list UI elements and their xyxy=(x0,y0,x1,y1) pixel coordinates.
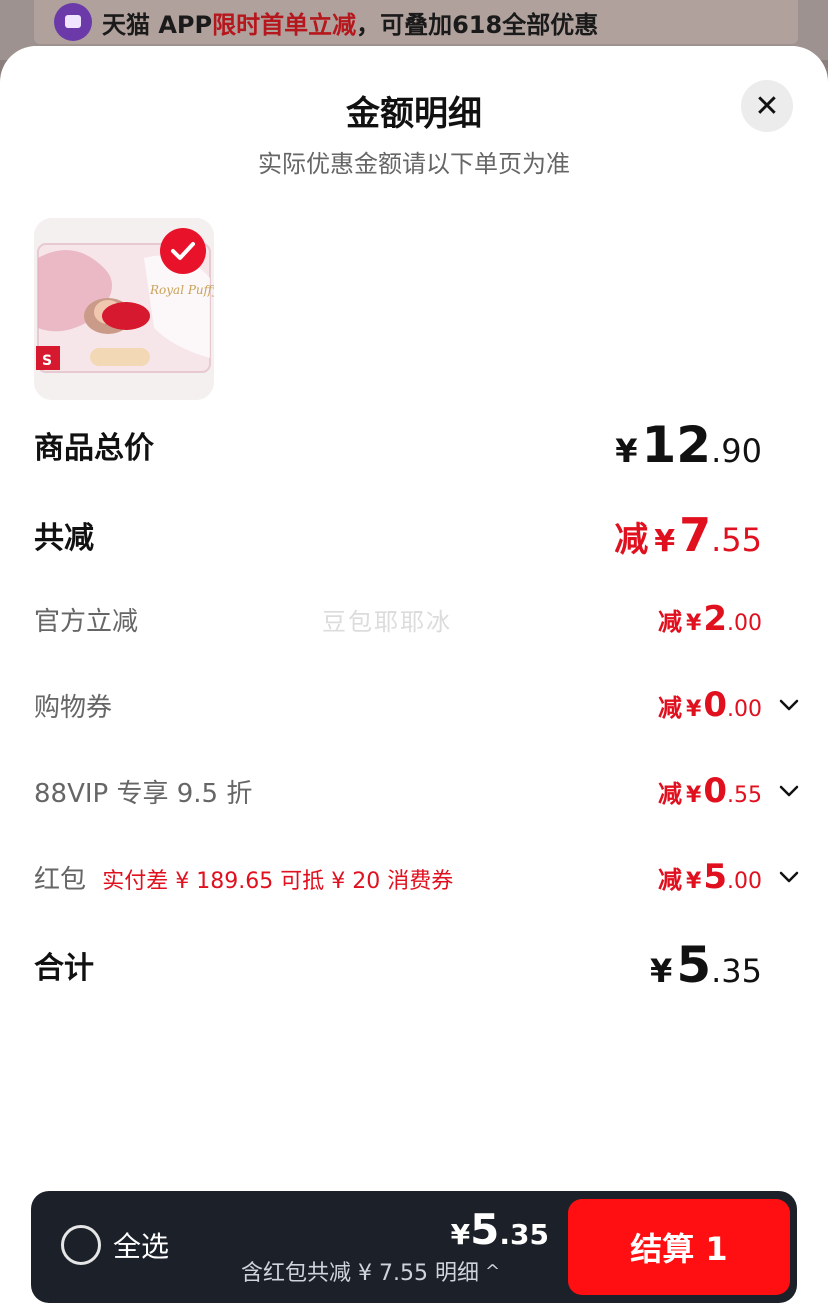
close-icon: ✕ xyxy=(754,88,780,124)
discount-total-label: 共减 xyxy=(34,521,94,556)
chevron-up-icon: ^ xyxy=(484,1260,501,1282)
select-all-label: 全选 xyxy=(113,1230,170,1263)
bar-total-price: ¥ 5 .35 xyxy=(450,1205,549,1254)
check-icon xyxy=(171,242,195,260)
row-88vip[interactable]: 88VIP 专享 9.5 折 减 ¥ 0 .55 xyxy=(34,766,762,816)
vip-discount-value: 减 ¥ 0 .55 xyxy=(658,771,762,811)
coupon-value: 减 ¥ 0 .00 xyxy=(658,685,762,725)
banner-highlight: 限时首单立减 xyxy=(212,10,357,39)
sum-value: ¥ 5 .35 xyxy=(650,936,762,994)
discount-detail-link[interactable]: 含红包共减 ¥ 7.55 明细 ^ xyxy=(241,1255,500,1287)
row-total-price: 商品总价 ¥ 12 .90 xyxy=(34,416,762,474)
total-price-value: ¥ 12 .90 xyxy=(615,416,762,474)
chevron-down-icon[interactable] xyxy=(778,866,800,888)
row-red-packet[interactable]: 红包 实付差 ¥ 189.65 可抵 ¥ 20 消费券 减 ¥ 5 .00 xyxy=(34,852,762,902)
coupon-label: 购物券 xyxy=(34,692,113,723)
watermark-text: 豆包耶耶冰 xyxy=(322,608,452,636)
total-price-label: 商品总价 xyxy=(34,431,154,466)
chevron-down-icon[interactable] xyxy=(778,780,800,802)
official-discount-label: 官方立减 xyxy=(34,606,139,637)
tmall-cat-icon xyxy=(54,3,92,41)
promo-banner-inner[interactable]: 天猫 APP 限时首单立减 ，可叠加618全部优惠 xyxy=(34,0,798,44)
checkout-bar: 全选 ¥ 5 .35 含红包共减 ¥ 7.55 明细 ^ 结算 1 xyxy=(31,1191,797,1303)
amount-detail-sheet: 金额明细 实际优惠金额请以下单页为准 ✕ S Royal Puffy 商品总价 … xyxy=(0,46,828,1303)
chevron-down-icon[interactable] xyxy=(778,694,800,716)
size-label: S xyxy=(42,353,52,369)
close-button[interactable]: ✕ xyxy=(741,80,793,132)
svg-text:Royal Puffy: Royal Puffy xyxy=(149,283,214,297)
row-sum: 合计 ¥ 5 .35 xyxy=(34,936,762,994)
discount-total-value: 减 ¥ 7 .55 xyxy=(614,508,762,562)
red-packet-value: 减 ¥ 5 .00 xyxy=(658,857,762,897)
row-discount-total: 共减 减 ¥ 7 .55 xyxy=(34,508,762,562)
sheet-subtitle: 实际优惠金额请以下单页为准 xyxy=(258,150,570,178)
banner-rest: ，可叠加618全部优惠 xyxy=(356,10,599,39)
red-packet-label: 红包 xyxy=(34,864,87,895)
checkout-button[interactable]: 结算 1 xyxy=(568,1199,790,1295)
banner-app-name: 天猫 APP xyxy=(102,10,213,39)
red-packet-label-group: 红包 实付差 ¥ 189.65 可抵 ¥ 20 消费券 xyxy=(34,859,453,896)
red-packet-note: 实付差 ¥ 189.65 可抵 ¥ 20 消费券 xyxy=(102,868,454,894)
sum-label: 合计 xyxy=(34,951,94,986)
sheet-title: 金额明细 xyxy=(346,94,482,134)
select-all-radio[interactable] xyxy=(61,1225,101,1265)
product-selected-checkbox[interactable] xyxy=(160,228,206,274)
official-discount-value: 减 ¥ 2 .00 xyxy=(658,599,762,639)
select-all-toggle[interactable]: 全选 xyxy=(61,1225,169,1265)
discount-detail-text: 含红包共减 ¥ 7.55 明细 xyxy=(241,1261,479,1286)
vip-discount-label: 88VIP 专享 9.5 折 xyxy=(34,778,253,809)
row-coupon[interactable]: 购物券 减 ¥ 0 .00 xyxy=(34,680,762,730)
